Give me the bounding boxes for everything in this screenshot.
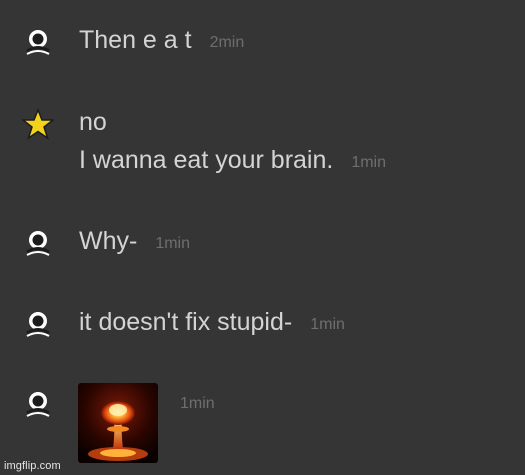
message-timestamp: 2min — [209, 34, 245, 51]
message-timestamp: 1min — [180, 395, 215, 412]
user-icon — [26, 392, 50, 417]
message-text: Why- 1min — [79, 226, 190, 259]
message-text-line: it doesn't fix stupid- — [79, 308, 293, 336]
message-text: I wanna eat your brain. 1min — [79, 145, 386, 178]
user-icon — [26, 30, 50, 55]
watermark: imgflip.com — [4, 460, 61, 472]
message-text: it doesn't fix stupid- 1min — [79, 307, 345, 340]
message-text-line: Then e a t — [79, 26, 192, 54]
user-icon — [26, 312, 50, 337]
message-text: Then e a t 2min — [79, 25, 244, 58]
message-timestamp: 1min — [351, 154, 387, 171]
message-text-line: no — [79, 108, 107, 136]
message-text-line: Why- — [79, 227, 138, 255]
message-text: no — [79, 107, 107, 137]
nuclear-explosion-image[interactable] — [78, 383, 158, 463]
user-icon — [26, 231, 50, 256]
message-text-line: I wanna eat your brain. — [79, 146, 334, 174]
message-timestamp: 1min — [310, 316, 345, 333]
star-icon — [22, 108, 54, 140]
message-timestamp: 1min — [155, 235, 191, 252]
